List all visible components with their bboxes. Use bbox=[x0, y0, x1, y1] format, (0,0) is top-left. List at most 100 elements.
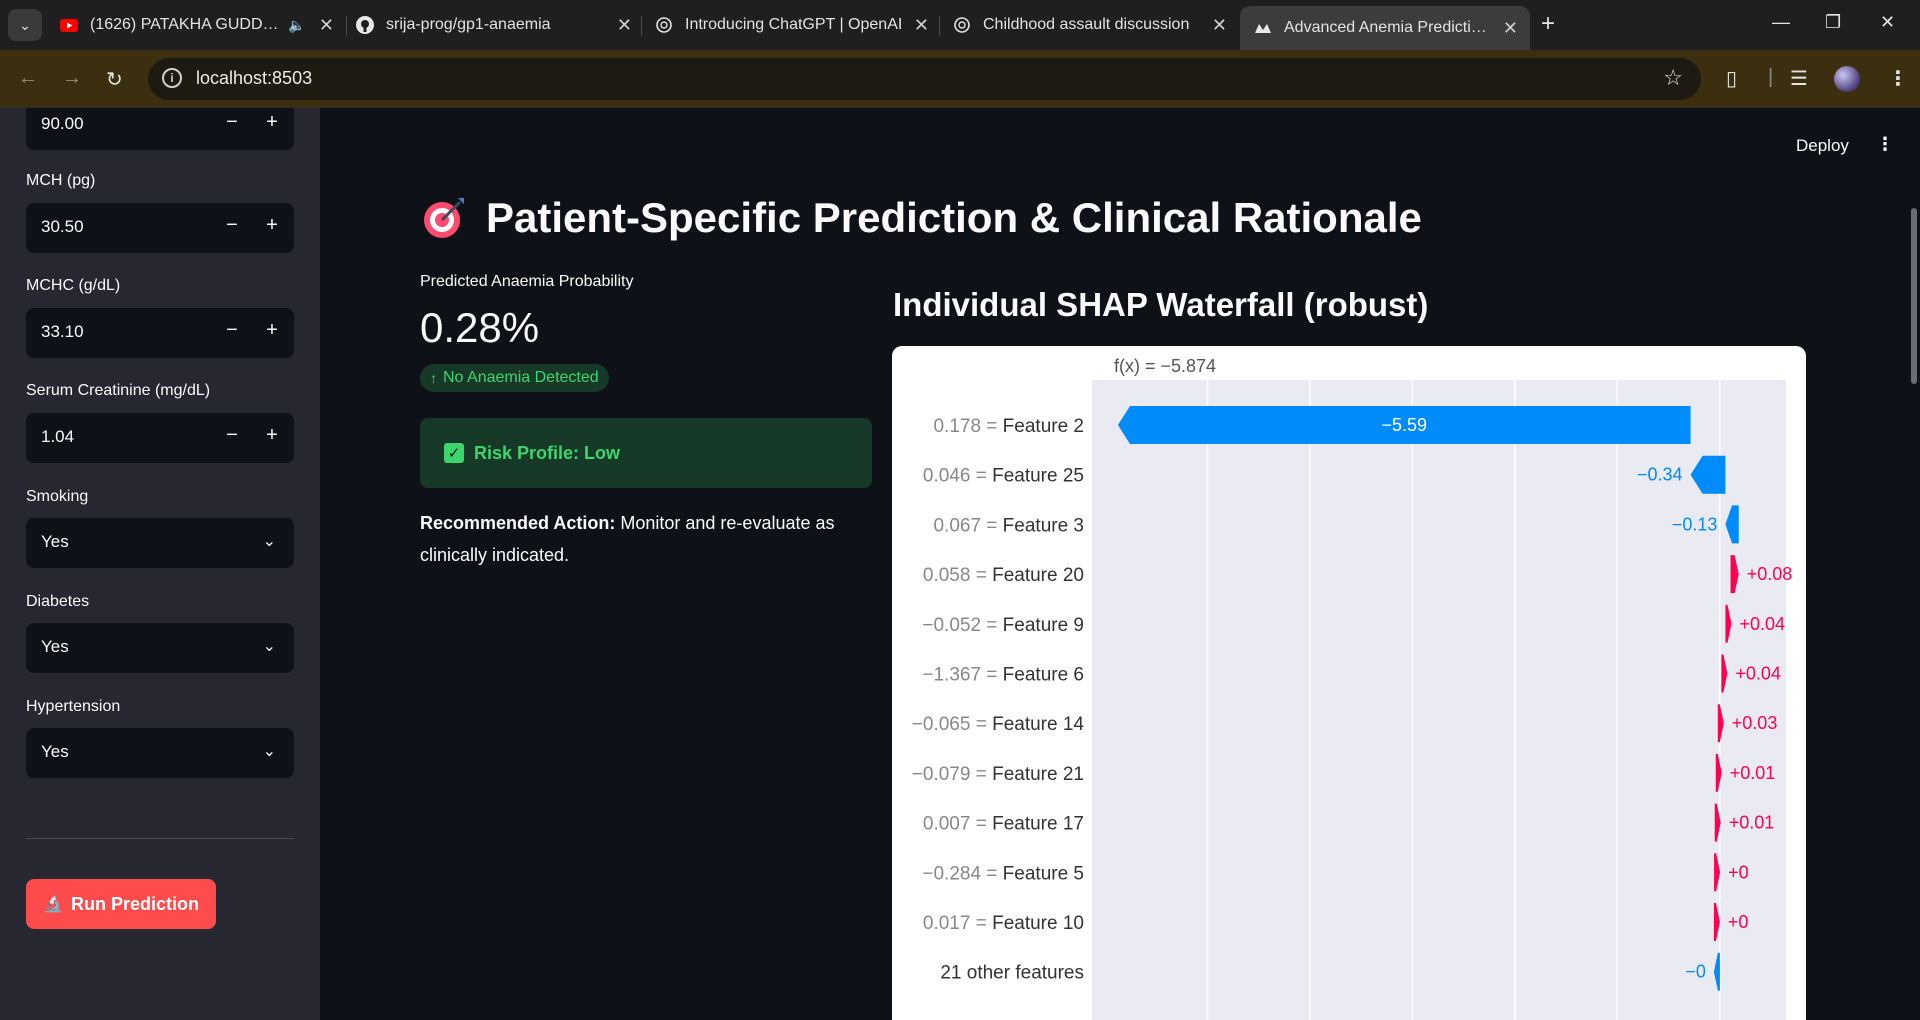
profile-avatar[interactable] bbox=[1834, 66, 1860, 92]
decrement-icon[interactable]: − bbox=[220, 424, 244, 447]
bar-value-label: +0.01 bbox=[1729, 813, 1775, 833]
feature-name: Feature 3 bbox=[1003, 515, 1084, 536]
url-field[interactable]: i localhost:8503 ☆ bbox=[148, 58, 1701, 100]
number-input-value[interactable]: 90.00 bbox=[41, 114, 84, 134]
close-tab-icon[interactable]: ✕ bbox=[1212, 15, 1227, 36]
bar-value-label: +0.04 bbox=[1739, 614, 1785, 634]
back-icon[interactable]: ← bbox=[18, 67, 38, 90]
bar-value-label: −0.34 bbox=[1637, 465, 1683, 485]
minimize-icon[interactable]: — bbox=[1772, 12, 1790, 33]
select-value[interactable]: Yes bbox=[41, 637, 69, 657]
browser-tab-active[interactable]: Advanced Anemia Prediction Sy ✕ bbox=[1240, 6, 1530, 50]
feature-name: Feature 17 bbox=[992, 814, 1084, 835]
github-icon bbox=[356, 16, 374, 34]
bar-value-label: −0.13 bbox=[1672, 514, 1718, 534]
deploy-button[interactable]: Deploy bbox=[1796, 136, 1849, 156]
feature-value: 0.007 = bbox=[923, 814, 992, 835]
new-tab-icon[interactable]: + bbox=[1541, 10, 1555, 38]
browser-tab[interactable]: (1626) PATAKHA GUDDI - Yo 🔈 ✕ bbox=[46, 8, 346, 42]
feature-value: −1.367 = bbox=[922, 665, 1002, 686]
scrollbar[interactable] bbox=[1911, 208, 1917, 384]
feature-value: −0.284 = bbox=[922, 863, 1002, 884]
target-icon bbox=[422, 196, 466, 240]
action-label: Recommended Action: bbox=[420, 513, 616, 533]
main-content: Deploy ⋮ Patient-Specific Prediction & C… bbox=[320, 108, 1920, 1020]
feature-value: −0.079 = bbox=[912, 764, 992, 785]
feature-label: −0.065 = Feature 14 bbox=[912, 714, 1085, 735]
shap-waterfall-plot: f(x) = −5.874 −5.59 0.178 = Feature 2 −0.34… bbox=[892, 346, 1806, 1020]
bar-value-label: +0.03 bbox=[1732, 713, 1778, 733]
youtube-icon bbox=[60, 16, 78, 34]
forward-icon[interactable]: → bbox=[62, 67, 82, 90]
number-input[interactable]: 90.00 − + bbox=[26, 108, 294, 150]
feature-name: Feature 9 bbox=[1003, 615, 1084, 636]
increment-icon[interactable]: + bbox=[260, 214, 284, 237]
number-input-value[interactable]: 1.04 bbox=[41, 427, 74, 447]
feature-value: −0.052 = bbox=[922, 615, 1002, 636]
url-text[interactable]: localhost:8503 bbox=[196, 68, 312, 89]
microscope-icon: 🔬 bbox=[43, 896, 63, 913]
speaker-icon[interactable]: 🔈 bbox=[288, 17, 305, 34]
fx-label: f(x) = −5.874 bbox=[1114, 356, 1216, 376]
serum-creatinine-input[interactable]: 1.04 − + bbox=[26, 413, 294, 463]
run-prediction-button[interactable]: 🔬 Run Prediction bbox=[26, 879, 216, 929]
hypertension-select[interactable]: Yes ⌄ bbox=[26, 728, 294, 778]
select-value[interactable]: Yes bbox=[41, 532, 69, 552]
mchc-input[interactable]: 33.10 − + bbox=[26, 308, 294, 358]
close-window-icon[interactable]: ✕ bbox=[1880, 12, 1895, 33]
tab-title: Childhood assault discussion bbox=[983, 16, 1190, 33]
decrement-icon[interactable]: − bbox=[220, 111, 244, 134]
browser-tab[interactable]: Introducing ChatGPT | OpenAI ✕ bbox=[641, 8, 941, 42]
feature-name: 21 other features bbox=[940, 963, 1084, 984]
increment-icon[interactable]: + bbox=[260, 424, 284, 447]
increment-icon[interactable]: + bbox=[260, 111, 284, 134]
number-input-value[interactable]: 33.10 bbox=[41, 322, 84, 342]
recommended-action: Recommended Action: Monitor and re-evalu… bbox=[420, 507, 880, 571]
feature-name: Feature 14 bbox=[992, 714, 1084, 735]
increment-icon[interactable]: + bbox=[260, 319, 284, 342]
media-control-icon[interactable]: ☰ bbox=[1790, 66, 1808, 91]
chevron-down-icon[interactable]: ⌄ bbox=[263, 741, 276, 761]
metric-label: Predicted Anaemia Probability bbox=[420, 273, 634, 290]
feature-label: −1.367 = Feature 6 bbox=[922, 665, 1084, 686]
risk-profile-alert: ✓ Risk Profile: Low bbox=[420, 418, 872, 488]
diabetes-select[interactable]: Yes ⌄ bbox=[26, 623, 294, 673]
reload-icon[interactable]: ↻ bbox=[106, 67, 123, 92]
smoking-select[interactable]: Yes ⌄ bbox=[26, 518, 294, 568]
feature-name: Feature 10 bbox=[992, 913, 1084, 934]
decrement-icon[interactable]: − bbox=[220, 214, 244, 237]
feature-name: Feature 5 bbox=[1003, 863, 1084, 884]
chevron-down-icon[interactable]: ⌄ bbox=[263, 531, 276, 551]
mch-input[interactable]: 30.50 − + bbox=[26, 203, 294, 253]
feature-label: −0.052 = Feature 9 bbox=[922, 615, 1084, 636]
bar-value-label: +0 bbox=[1728, 912, 1749, 932]
waterfall-chart: f(x) = −5.874 −5.59 0.178 = Feature 2 −0.34… bbox=[912, 356, 1793, 1020]
bar-value-label: +0.08 bbox=[1747, 564, 1793, 584]
sidebar-divider bbox=[26, 838, 294, 839]
restore-icon[interactable]: ❐ bbox=[1825, 12, 1841, 33]
site-info-icon[interactable]: i bbox=[162, 68, 182, 88]
select-value[interactable]: Yes bbox=[41, 742, 69, 762]
shap-title: Individual SHAP Waterfall (robust) bbox=[893, 286, 1429, 323]
chevron-down-icon[interactable]: ⌄ bbox=[263, 636, 276, 656]
browser-menu-icon[interactable]: ⋮ bbox=[1888, 66, 1908, 91]
browser-tab[interactable]: srija-prog/gp1-anaemia ✕ bbox=[342, 8, 644, 42]
extensions-icon[interactable]: ▯ bbox=[1726, 66, 1737, 91]
close-tab-icon[interactable]: ✕ bbox=[914, 15, 929, 36]
close-tab-icon[interactable]: ✕ bbox=[1503, 18, 1518, 39]
decrement-icon[interactable]: − bbox=[220, 319, 244, 342]
browser-tab[interactable]: Childhood assault discussion ✕ bbox=[939, 8, 1239, 42]
feature-name: Feature 2 bbox=[1003, 416, 1084, 437]
metric-value: 0.28% bbox=[420, 304, 540, 351]
field-label: Serum Creatinine (mg/dL) bbox=[26, 382, 211, 399]
bar-value-label: −0 bbox=[1685, 962, 1706, 982]
bookmark-star-icon[interactable]: ☆ bbox=[1663, 65, 1683, 91]
sidebar: 90.00 − + MCH (pg) 30.50 − + MCHC (g/dL)… bbox=[0, 108, 320, 1020]
bar-value-label: −5.59 bbox=[1382, 415, 1428, 435]
close-tab-icon[interactable]: ✕ bbox=[319, 15, 334, 36]
close-tab-icon[interactable]: ✕ bbox=[617, 15, 632, 36]
field-label: Smoking bbox=[26, 488, 89, 505]
main-menu-icon[interactable]: ⋮ bbox=[1876, 134, 1894, 155]
number-input-value[interactable]: 30.50 bbox=[41, 217, 84, 237]
tab-search-chevron-icon[interactable]: ⌄ bbox=[8, 9, 42, 41]
